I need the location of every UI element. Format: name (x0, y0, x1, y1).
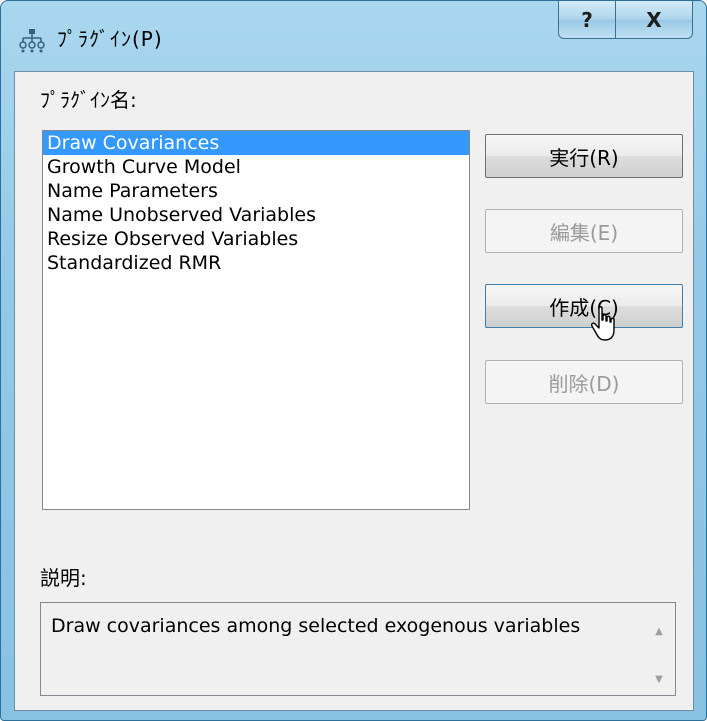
close-button[interactable]: X (615, 1, 693, 39)
list-item-name-parameters[interactable]: Name Parameters (43, 179, 469, 203)
plugin-listbox[interactable]: Draw Covariances Growth Curve Model Name… (42, 130, 470, 510)
plugins-dialog: ﾌﾟﾗｸﾞｲﾝ(P) ? X ﾌﾟﾗｸﾞｲﾝ名: Draw Covariance… (0, 0, 707, 721)
plugin-tree-icon (19, 27, 45, 53)
description-text: Draw covariances among selected exogenou… (51, 615, 581, 637)
help-icon: ? (581, 7, 593, 32)
title-bar[interactable]: ﾌﾟﾗｸﾞｲﾝ(P) ? X (1, 1, 706, 71)
create-button[interactable]: 作成(C) (485, 284, 683, 328)
help-button[interactable]: ? (558, 1, 616, 39)
close-icon: X (646, 7, 662, 32)
list-item-resize-observed-variables[interactable]: Resize Observed Variables (43, 227, 469, 251)
plugin-name-label: ﾌﾟﾗｸﾞｲﾝ名: (40, 88, 137, 112)
list-item-name-unobserved-variables[interactable]: Name Unobserved Variables (43, 203, 469, 227)
list-item-growth-curve-model[interactable]: Growth Curve Model (43, 155, 469, 179)
description-box: Draw covariances among selected exogenou… (40, 602, 676, 696)
list-item-standardized-rmr[interactable]: Standardized RMR (43, 251, 469, 275)
dialog-body: ﾌﾟﾗｸﾞｲﾝ名: Draw Covariances Growth Curve … (14, 71, 694, 711)
description-label: 説明: (40, 566, 87, 590)
scroll-down-arrow-icon[interactable]: ▼ (643, 667, 675, 691)
description-scrollbar[interactable]: ▲ ▼ (643, 603, 675, 695)
window-title: ﾌﾟﾗｸﾞｲﾝ(P) (57, 27, 163, 51)
edit-button[interactable]: 編集(E) (485, 209, 683, 253)
list-item-draw-covariances[interactable]: Draw Covariances (43, 131, 469, 155)
scroll-up-arrow-icon[interactable]: ▲ (643, 619, 675, 643)
delete-button[interactable]: 削除(D) (485, 360, 683, 404)
run-button[interactable]: 実行(R) (485, 134, 683, 178)
